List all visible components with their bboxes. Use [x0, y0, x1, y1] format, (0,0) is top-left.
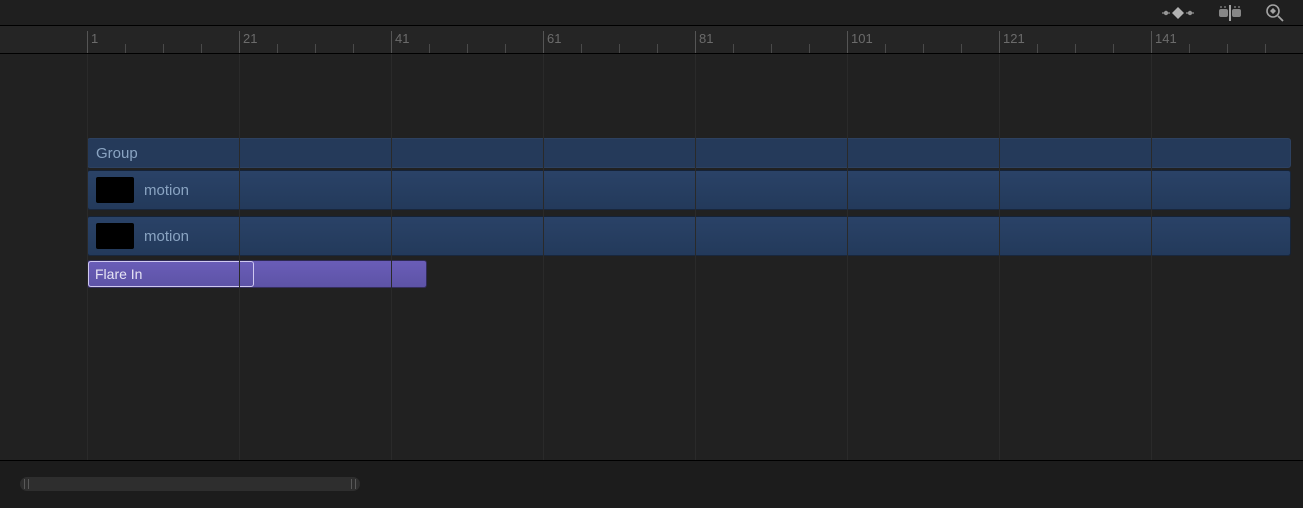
- scroll-grip-right-icon[interactable]: [351, 479, 356, 489]
- timeline-gridline: [543, 54, 544, 460]
- keyframe-toggle-icon[interactable]: [1161, 6, 1195, 20]
- timeline-gridline: [239, 54, 240, 460]
- behavior-bar[interactable]: Flare In: [87, 260, 427, 288]
- timeline-gridline: [999, 54, 1000, 460]
- layer-bar-2[interactable]: motion: [87, 216, 1291, 256]
- ruler-tick-label: 81: [699, 31, 713, 46]
- scroll-grip-left-icon[interactable]: [24, 479, 29, 489]
- timeline-gridline: [391, 54, 392, 460]
- timeline-gridline: [695, 54, 696, 460]
- layer-bar-1[interactable]: motion: [87, 170, 1291, 210]
- layer-thumbnail: [96, 223, 134, 249]
- ruler-tick-label: 121: [1003, 31, 1025, 46]
- layer-thumbnail: [96, 177, 134, 203]
- timeline-gridline: [847, 54, 848, 460]
- ruler-tick-label: 21: [243, 31, 257, 46]
- ruler-tick-label: 1: [91, 31, 98, 46]
- timeline-toolbar: [0, 0, 1303, 26]
- timeline-gridline: [87, 54, 88, 460]
- ruler-tick-label: 61: [547, 31, 561, 46]
- timeline-bottombar: [0, 460, 1303, 508]
- behavior-label: Flare In: [95, 266, 142, 282]
- horizontal-scrollbar[interactable]: [20, 477, 360, 491]
- timeline-body[interactable]: Group motion motion Flare In: [0, 54, 1303, 460]
- group-bar[interactable]: Group: [87, 138, 1291, 168]
- group-label: Group: [96, 145, 138, 162]
- snapping-icon[interactable]: [1217, 5, 1243, 21]
- ruler-tick-label: 141: [1155, 31, 1177, 46]
- ruler-tick-label: 41: [395, 31, 409, 46]
- timeline-ruler[interactable]: 121416181101121141: [0, 26, 1303, 54]
- layer-label: motion: [144, 228, 189, 245]
- layer-label: motion: [144, 182, 189, 199]
- ruler-tick-label: 101: [851, 31, 873, 46]
- zoom-icon[interactable]: [1265, 3, 1285, 23]
- timeline-gridline: [1151, 54, 1152, 460]
